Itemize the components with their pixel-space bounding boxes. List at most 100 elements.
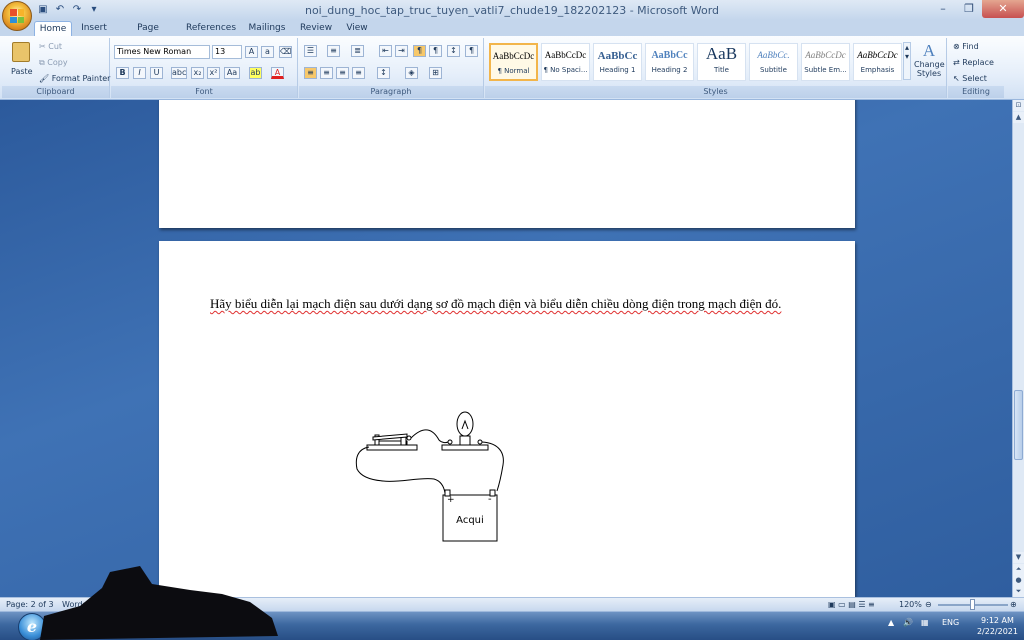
superscript-icon: x² [207, 67, 220, 79]
style-heading-1[interactable]: AaBbCc Heading 1 [593, 43, 642, 81]
strikethrough-button[interactable]: abc [171, 67, 187, 79]
draft-icon[interactable]: ≡ [868, 600, 875, 609]
network-icon[interactable]: ▦ [921, 618, 929, 627]
numbering-button[interactable]: ≡ [327, 45, 340, 57]
outline-icon[interactable]: ☰ [858, 600, 865, 609]
clock[interactable]: 9:12 AM 2/22/2021 [977, 615, 1018, 637]
subscript-button[interactable]: x₂ [191, 67, 204, 79]
scroll-thumb[interactable] [1014, 390, 1023, 460]
shading-button[interactable]: ◈ [405, 67, 418, 79]
next-page-icon[interactable]: ⏷ [1013, 586, 1024, 597]
undo-icon[interactable]: ↶ [53, 3, 67, 17]
tab-review[interactable]: Review [298, 21, 334, 36]
borders-button[interactable]: ⊞ [429, 67, 442, 79]
line-spacing-icon: ↕ [377, 67, 390, 79]
ribbon: Paste ✂ Cut ⧉ Copy 🖌 Format Painter Clip… [0, 36, 1024, 100]
clear-format-button[interactable]: ⌫ [279, 46, 292, 58]
decrease-indent-button[interactable]: ⇤ [379, 45, 392, 57]
scroll-down-icon[interactable]: ▼ [1013, 552, 1024, 563]
select-button[interactable]: ↖ Select [953, 74, 987, 83]
style-name: Heading 2 [651, 66, 688, 74]
justify-button[interactable]: ≡ [352, 67, 365, 79]
redo-icon[interactable]: ↷ [70, 3, 84, 17]
scroll-up-icon[interactable]: ▲ [1013, 112, 1024, 123]
multilevel-list-button[interactable]: ≣ [351, 45, 364, 57]
align-left-button[interactable]: ≡ [304, 67, 317, 79]
change-case-button[interactable]: Aa [224, 67, 240, 79]
change-styles-button[interactable]: A Change Styles [914, 42, 945, 79]
styles-group-label: Styles [485, 86, 946, 98]
document-area[interactable]: Hãy biểu diễn lại mạch điện sau dưới dạn… [0, 100, 1012, 597]
view-buttons[interactable]: ▣ ▭ ▤ ☰ ≡ [828, 600, 875, 609]
copy-button[interactable]: ⧉ Copy [39, 58, 68, 68]
style-no-spacing[interactable]: AaBbCcDc ¶ No Spaci... [541, 43, 590, 81]
zoom-in-icon[interactable]: ⊕ [1010, 600, 1017, 609]
highlighter-icon: ab [249, 67, 262, 79]
tab-view[interactable]: View [343, 21, 371, 36]
line-spacing-button[interactable]: ↕ [377, 67, 390, 79]
tab-insert[interactable]: Insert [78, 21, 110, 36]
sort-button[interactable]: ↕ [447, 45, 460, 57]
office-logo-icon [10, 9, 24, 23]
replace-button[interactable]: ⇄ Replace [953, 58, 994, 67]
styles-scroll-more[interactable]: ▴ ▾ [903, 42, 911, 80]
zoom-out-icon[interactable]: ⊖ [925, 600, 932, 609]
format-painter-button[interactable]: 🖌 Format Painter [39, 74, 110, 83]
web-layout-icon[interactable]: ▤ [848, 600, 856, 609]
font-size-box[interactable]: 13 [212, 45, 242, 59]
italic-button[interactable]: I [133, 67, 146, 79]
customize-qat-icon[interactable]: ▾ [87, 3, 101, 17]
cut-button[interactable]: ✂ Cut [39, 42, 62, 51]
style-subtitle[interactable]: AaBbCc. Subtitle [749, 43, 798, 81]
redaction-mark [40, 566, 278, 640]
office-button[interactable] [2, 1, 32, 31]
style-normal[interactable]: AaBbCcDc ¶ Normal [489, 43, 538, 81]
browse-object-icon[interactable]: ● [1013, 575, 1024, 586]
style-title[interactable]: AaB Title [697, 43, 746, 81]
tab-mailings[interactable]: Mailings [246, 21, 288, 36]
shrink-font-button[interactable]: a [261, 46, 274, 58]
style-subtle-emphasis[interactable]: AaBbCcDc Subtle Em... [801, 43, 850, 81]
font-color-button[interactable]: A [271, 67, 284, 79]
underline-icon: U [150, 67, 163, 79]
align-right-button[interactable]: ≡ [336, 67, 349, 79]
zoom-slider-thumb[interactable] [970, 599, 975, 610]
superscript-button[interactable]: x² [207, 67, 220, 79]
increase-indent-button[interactable]: ⇥ [395, 45, 408, 57]
document-paragraph[interactable]: Hãy biểu diễn lại mạch điện sau dưới dạn… [210, 293, 790, 314]
rtl-button[interactable]: ¶ [429, 45, 442, 57]
clipboard-group-label: Clipboard [2, 86, 109, 98]
bullets-button[interactable]: ☰ [304, 45, 317, 57]
tab-page-layout[interactable]: Page Layout [122, 21, 174, 48]
align-center-icon: ≡ [320, 67, 333, 79]
full-screen-icon[interactable]: ▭ [838, 600, 846, 609]
show-marks-button[interactable]: ¶ [465, 45, 478, 57]
underline-button[interactable]: U [150, 67, 163, 79]
page-2[interactable]: Hãy biểu diễn lại mạch điện sau dưới dạn… [159, 241, 855, 597]
tray-expand-icon[interactable]: ▲ [888, 618, 894, 627]
style-emphasis[interactable]: AaBbCcDc Emphasis [853, 43, 902, 81]
vertical-scrollbar[interactable]: ⊡ ▲ ▼ ⏶ ● ⏷ [1012, 100, 1024, 597]
bold-button[interactable]: B [116, 67, 129, 79]
previous-page-icon[interactable]: ⏶ [1013, 564, 1024, 575]
style-heading-2[interactable]: AaBbCc Heading 2 [645, 43, 694, 81]
page-1-bottom[interactable] [159, 100, 855, 228]
circuit-illustration[interactable]: + - Acqui [349, 407, 509, 542]
close-button[interactable]: ✕ [982, 0, 1024, 18]
maximize-button[interactable]: ❐ [956, 0, 982, 18]
tab-home[interactable]: Home [34, 21, 72, 36]
ltr-button[interactable]: ¶ [413, 45, 426, 57]
save-icon[interactable]: ▣ [36, 3, 50, 17]
highlight-button[interactable]: ab [249, 67, 262, 79]
find-button[interactable]: ⊗ Find [953, 42, 979, 51]
grow-font-button[interactable]: A [245, 46, 258, 58]
align-center-button[interactable]: ≡ [320, 67, 333, 79]
minimize-button[interactable]: – [930, 0, 956, 18]
tab-references[interactable]: References [186, 21, 236, 36]
print-layout-icon[interactable]: ▣ [828, 600, 836, 609]
zoom-level[interactable]: 120% [899, 600, 922, 609]
ruler-toggle-icon[interactable]: ⊡ [1013, 100, 1024, 111]
volume-icon[interactable]: 🔊 [903, 618, 913, 627]
language-indicator[interactable]: ENG [942, 618, 959, 627]
font-name-box[interactable]: Times New Roman [114, 45, 210, 59]
